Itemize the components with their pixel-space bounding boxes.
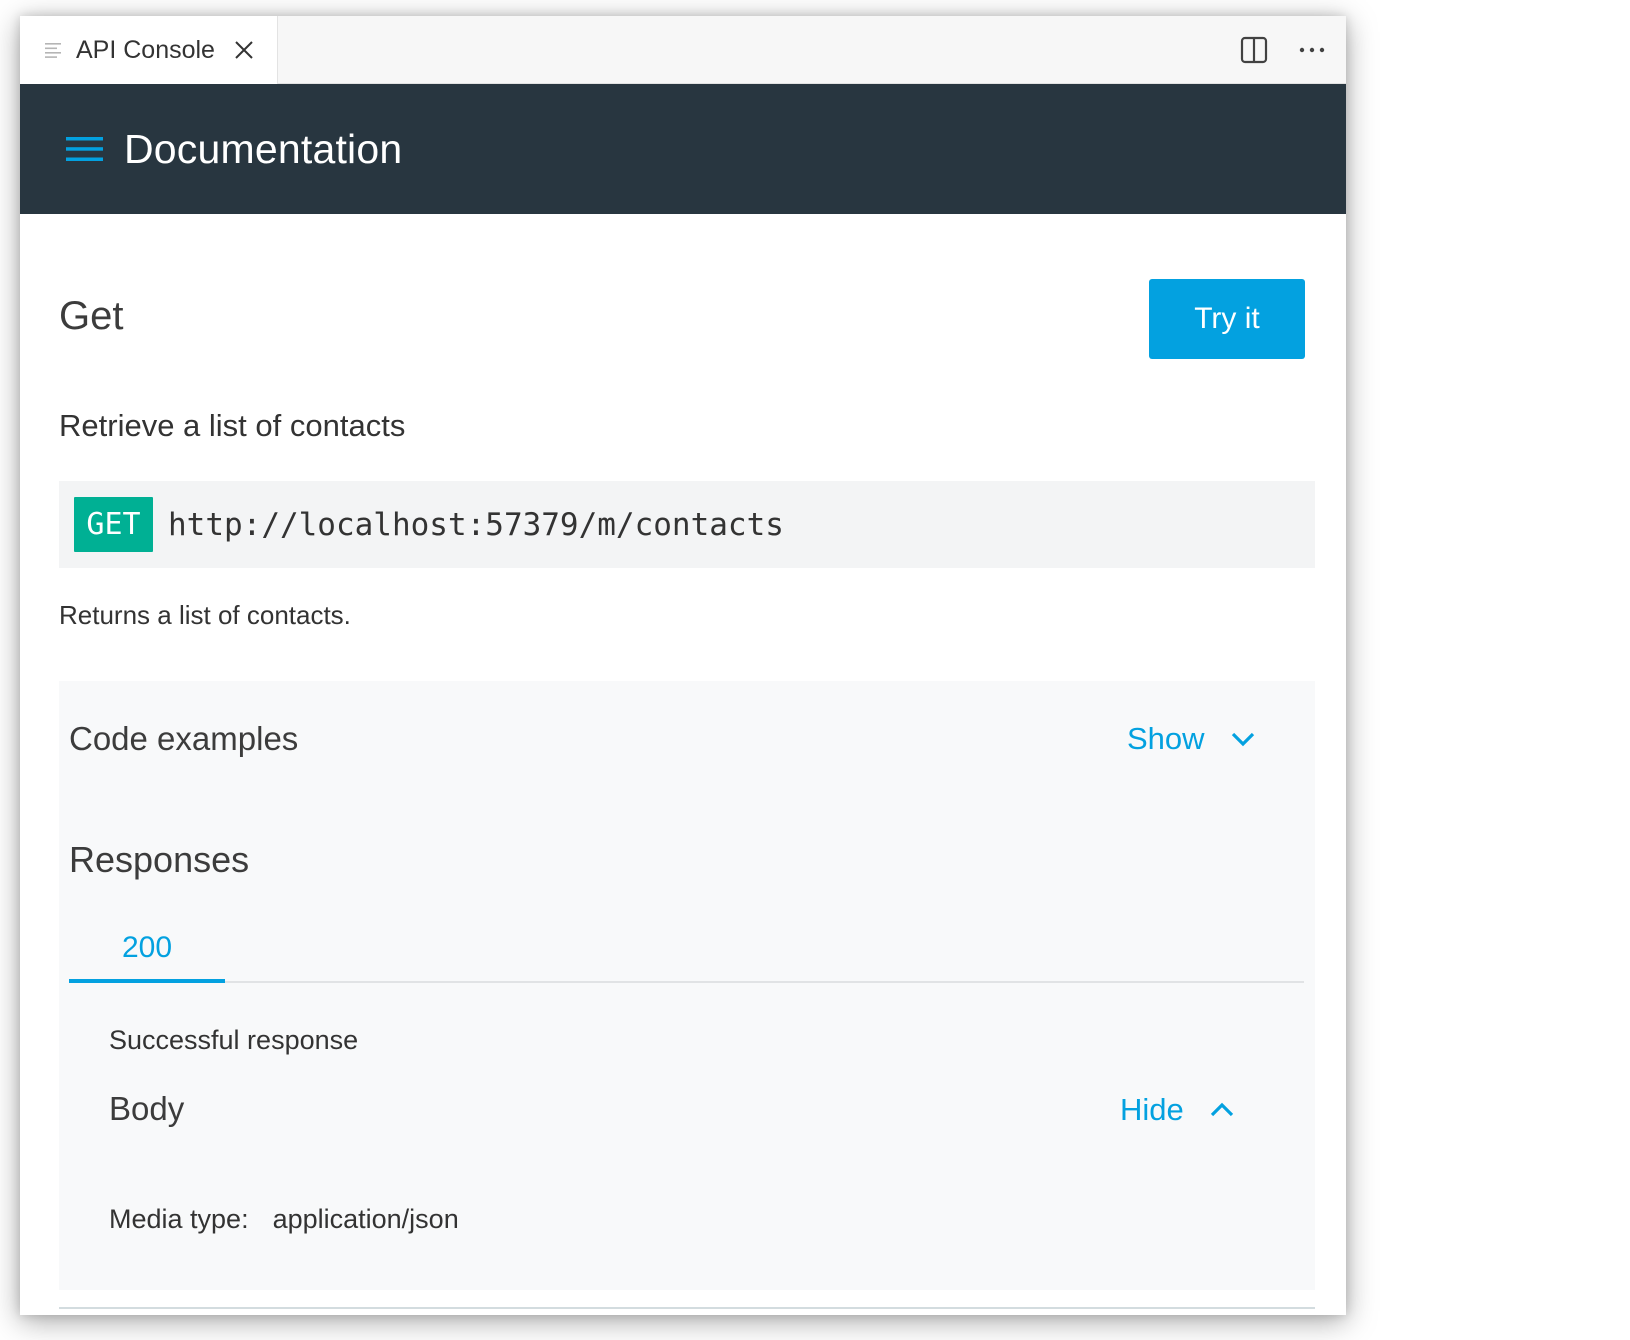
code-examples-label: Code examples: [69, 720, 299, 757]
tab-label: API Console: [76, 35, 215, 64]
page-title: Documentation: [124, 125, 403, 172]
tab-api-console[interactable]: API Console: [20, 16, 278, 84]
api-console-window: API Console Documentation Get Try it Ret…: [20, 16, 1346, 1315]
method-title: Get: [59, 294, 124, 338]
media-type-row: Media type: application/json: [109, 1204, 459, 1235]
editor-actions: [1240, 16, 1326, 84]
media-type-value: application/json: [272, 1204, 459, 1234]
hide-label: Hide: [1120, 1092, 1184, 1127]
method-documentation: Get Try it Retrieve a list of contacts G…: [20, 214, 1346, 1315]
response-status-tabs: 200: [69, 919, 1304, 983]
preview-lines-icon: [45, 42, 63, 58]
responses-title: Responses: [69, 839, 250, 880]
app-header: Documentation: [20, 84, 1346, 214]
show-label: Show: [1127, 721, 1205, 756]
response-description: Successful response: [109, 1025, 359, 1055]
close-icon[interactable]: [233, 39, 255, 61]
hide-body-button[interactable]: Hide: [1120, 1092, 1236, 1128]
editor-tab-bar: API Console: [20, 16, 1346, 84]
section-divider: [59, 1307, 1315, 1309]
http-method-badge: GET: [74, 497, 153, 552]
method-summary: Retrieve a list of contacts: [59, 408, 406, 443]
details-panel: Code examples Show Responses 200 Success…: [59, 681, 1315, 1290]
tab-status-200[interactable]: 200: [69, 919, 225, 983]
chevron-down-icon: [1229, 729, 1257, 749]
chevron-up-icon: [1208, 1100, 1236, 1120]
hamburger-menu-icon[interactable]: [66, 136, 103, 162]
show-code-examples-button[interactable]: Show: [1127, 721, 1257, 757]
endpoint-url: http://localhost:57379/m/contacts: [168, 506, 784, 543]
method-description: Returns a list of contacts.: [59, 600, 351, 630]
endpoint-url-box: GET http://localhost:57379/m/contacts: [59, 481, 1315, 568]
media-type-label: Media type:: [109, 1204, 249, 1234]
split-editor-icon[interactable]: [1240, 36, 1268, 64]
more-actions-icon[interactable]: [1298, 36, 1326, 64]
try-it-button[interactable]: Try it: [1149, 279, 1305, 359]
body-label: Body: [109, 1090, 185, 1127]
